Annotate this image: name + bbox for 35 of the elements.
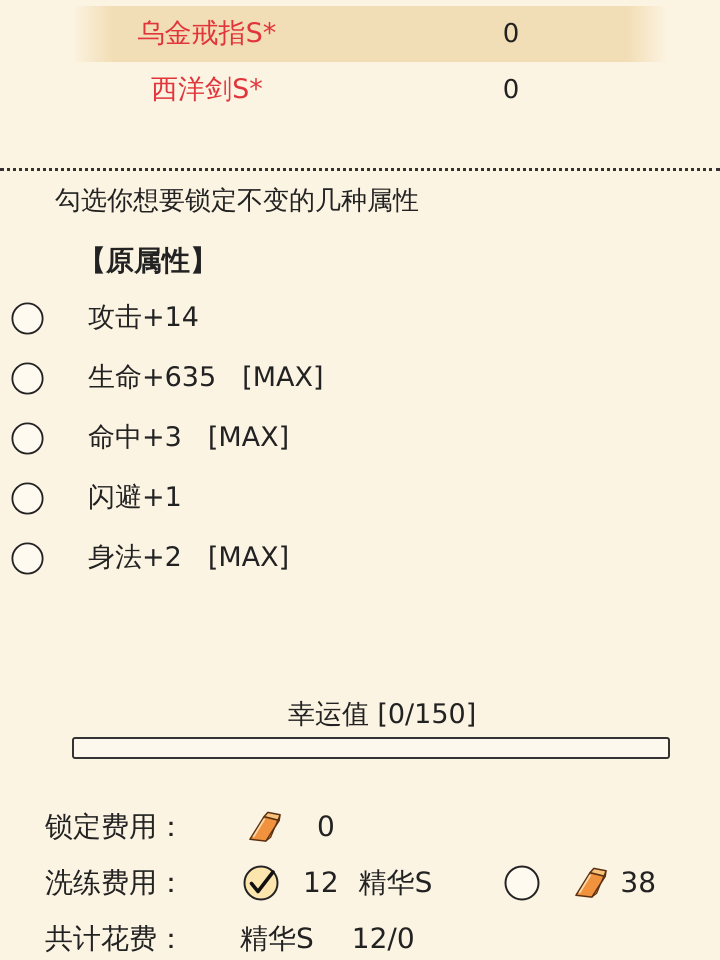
checked-radio-icon[interactable]: [243, 865, 279, 901]
attribute-label: 闪避+1: [88, 480, 182, 515]
currency-label: 精华S: [240, 921, 314, 957]
item-row[interactable]: 西洋剑S* 0: [70, 62, 670, 118]
cost-label: 共计花费：: [45, 922, 185, 955]
radio-circle-icon[interactable]: [11, 422, 44, 454]
item-name: 西洋剑S*: [151, 74, 263, 105]
cost-label: 洗练费用：: [45, 866, 185, 899]
cost-amount: 12: [303, 865, 339, 901]
item-count: 0: [502, 18, 520, 48]
instruction-text: 勾选你想要锁定不变的几种属性: [55, 186, 419, 216]
cost-amount: 38: [620, 865, 656, 901]
item-name: 乌金戒指S*: [138, 18, 276, 49]
radio-circle-icon[interactable]: [11, 362, 44, 394]
radio-circle-icon[interactable]: [11, 482, 44, 514]
attribute-label: 攻击+14: [88, 300, 199, 335]
luck-label: 幸运值 [0/150]: [288, 699, 476, 730]
attribute-label: 生命+635: [88, 360, 216, 395]
item-count: 0: [502, 74, 520, 104]
ingot-icon: [574, 867, 608, 899]
item-row[interactable]: 乌金戒指S* 0: [70, 6, 670, 62]
cost-amount: 0: [317, 809, 335, 845]
max-tag: [MAX]: [242, 358, 324, 398]
cost-label: 锁定费用：: [45, 810, 185, 843]
max-tag: [MAX]: [208, 538, 290, 578]
cost-amount: 12/0: [352, 921, 415, 957]
max-tag: [MAX]: [208, 418, 290, 458]
radio-circle-icon[interactable]: [504, 865, 540, 901]
currency-label: 精华S: [358, 865, 432, 901]
radio-circle-icon[interactable]: [11, 302, 44, 334]
ingot-icon: [248, 811, 282, 843]
attribute-label: 身法+2: [88, 540, 182, 575]
radio-circle-icon[interactable]: [11, 542, 44, 574]
attribute-label: 命中+3: [88, 420, 182, 455]
section-heading: 【原属性】: [78, 244, 218, 277]
